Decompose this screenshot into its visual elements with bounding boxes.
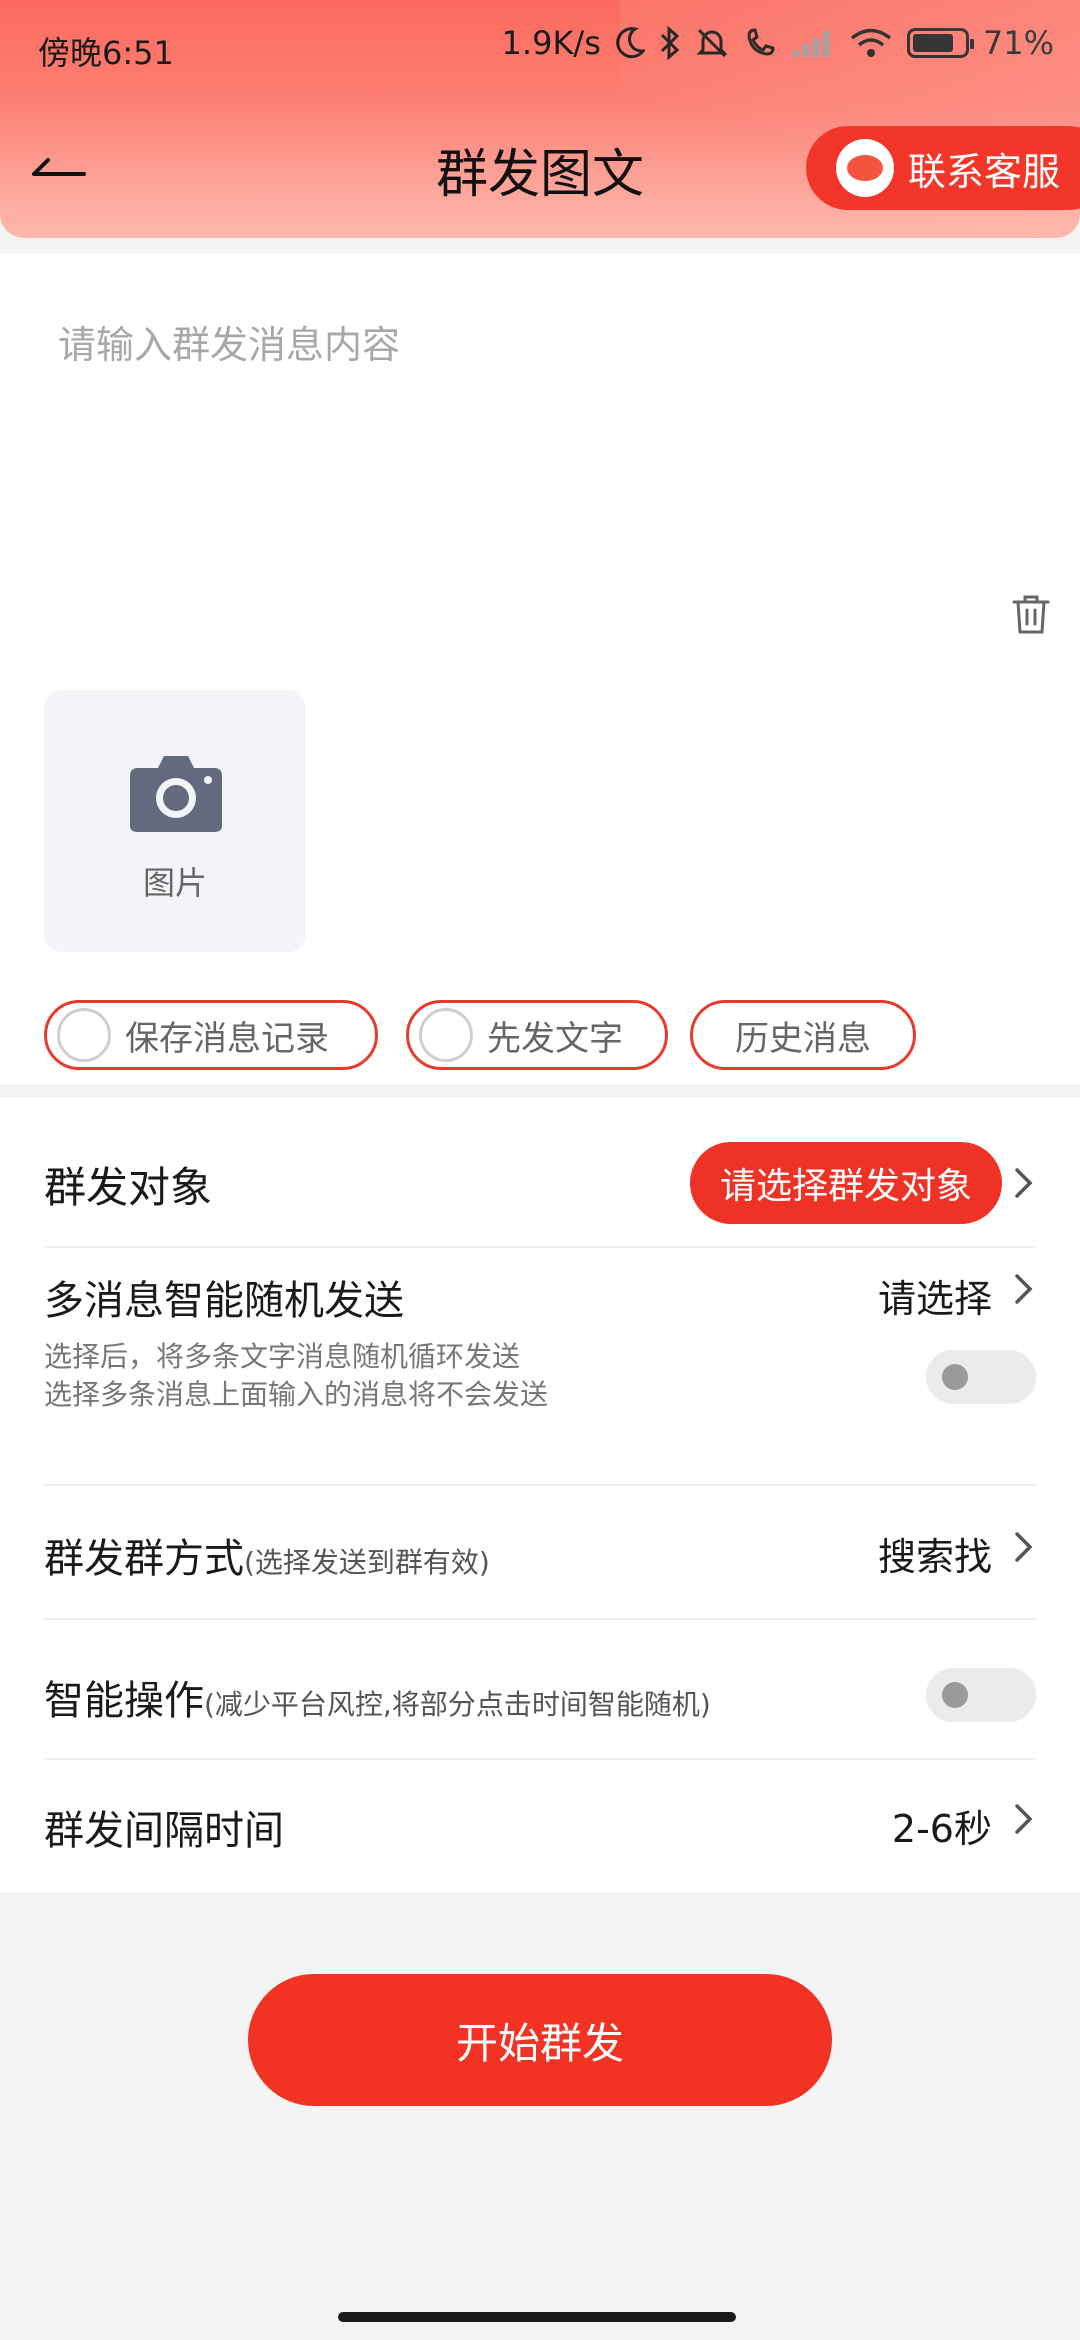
battery-icon: [906, 28, 974, 58]
random-send-value[interactable]: 请选择: [878, 1268, 992, 1323]
random-send-desc-line2: 选择多条消息上面输入的消息将不会发送: [44, 1378, 549, 1411]
save-record-option[interactable]: 保存消息记录: [44, 1000, 378, 1070]
group-mode-hint: (选择发送到群有效): [244, 1546, 490, 1579]
image-label: 图片: [142, 864, 207, 902]
target-label: 群发对象: [44, 1163, 213, 1212]
divider: [44, 1758, 1036, 1760]
call-icon: [743, 26, 777, 60]
group-mode-label: 群发群方式(选择发送到群有效): [44, 1526, 490, 1584]
battery-level: 71%: [982, 24, 1054, 62]
random-send-desc-line1: 选择后，将多条文字消息随机循环发送: [44, 1340, 521, 1373]
random-send-label: 多消息智能随机发送: [44, 1278, 404, 1324]
home-indicator[interactable]: [338, 2312, 736, 2322]
group-mode-value[interactable]: 搜索找: [878, 1526, 992, 1581]
settings-card: 群发对象 请选择群发对象 多消息智能随机发送 请选择 选择后，将多条文字消息随机…: [0, 1098, 1080, 1892]
mute-bell-icon: [695, 26, 729, 60]
smart-op-toggle[interactable]: [926, 1668, 1036, 1722]
history-button[interactable]: 历史消息: [690, 1000, 916, 1070]
status-bar: 傍晚6:51 1.9K/s 71%: [0, 0, 1080, 96]
service-avatar-icon: [835, 139, 894, 197]
trash-icon[interactable]: [1010, 592, 1052, 636]
header: 傍晚6:51 1.9K/s 71% 群发图文 联系客服: [0, 0, 1080, 238]
history-label: 历史消息: [735, 1018, 871, 1059]
add-image-button[interactable]: 图片: [44, 690, 306, 952]
text-first-option[interactable]: 先发文字: [406, 1000, 668, 1070]
status-icons: 1.9K/s 71%: [502, 24, 1054, 62]
save-record-label: 保存消息记录: [125, 1018, 329, 1059]
select-target-button[interactable]: 请选择群发对象: [689, 1142, 1002, 1224]
camera-icon: [130, 756, 222, 832]
signal-icon: [791, 28, 835, 58]
message-input[interactable]: 请输入群发消息内容: [58, 314, 400, 369]
text-first-label: 先发文字: [487, 1018, 623, 1059]
interval-value[interactable]: 2-6秒: [892, 1798, 992, 1853]
group-mode-row: 群发群方式(选择发送到群有效) 搜索找: [44, 1504, 1036, 1594]
divider: [44, 1618, 1036, 1620]
wifi-icon: [849, 27, 893, 59]
smart-op-label: 智能操作(减少平台风控,将部分点击时间智能随机): [44, 1668, 711, 1726]
text-first-radio[interactable]: [419, 1008, 473, 1062]
smart-op-title: 智能操作: [44, 1678, 204, 1724]
bluetooth-icon: [659, 26, 681, 60]
target-row: 群发对象 请选择群发对象: [44, 1132, 1036, 1232]
chevron-right-icon[interactable]: [1012, 1802, 1036, 1836]
divider: [44, 1246, 1036, 1248]
random-send-row: 多消息智能随机发送 请选择 选择后，将多条文字消息随机循环发送 选择多条消息上面…: [44, 1268, 1036, 1468]
message-section: 请输入群发消息内容 图片 保存消息记录 先发文字 历史消息: [0, 254, 1080, 1084]
random-send-toggle[interactable]: [926, 1350, 1036, 1404]
smart-op-hint: (减少平台风控,将部分点击时间智能随机): [204, 1688, 711, 1721]
start-broadcast-button[interactable]: 开始群发: [248, 1974, 832, 2106]
interval-label: 群发间隔时间: [44, 1808, 284, 1854]
chevron-right-icon[interactable]: [1012, 1530, 1036, 1564]
status-time: 傍晚6:51: [38, 34, 174, 72]
smart-op-row: 智能操作(减少平台风控,将部分点击时间智能随机): [44, 1638, 1036, 1738]
contact-service-button[interactable]: 联系客服: [805, 126, 1080, 210]
divider: [44, 1484, 1036, 1486]
chevron-right-icon[interactable]: [1012, 1272, 1036, 1306]
random-send-description: 选择后，将多条文字消息随机循环发送 选择多条消息上面输入的消息将不会发送: [44, 1338, 548, 1414]
save-record-radio[interactable]: [57, 1008, 111, 1062]
group-mode-title: 群发群方式: [44, 1536, 244, 1582]
net-speed: 1.9K/s: [501, 24, 601, 62]
moon-icon: [615, 27, 645, 59]
interval-row: 群发间隔时间 2-6秒: [44, 1778, 1036, 1868]
chevron-right-icon[interactable]: [1012, 1166, 1036, 1200]
contact-service-label: 联系客服: [907, 149, 1060, 194]
